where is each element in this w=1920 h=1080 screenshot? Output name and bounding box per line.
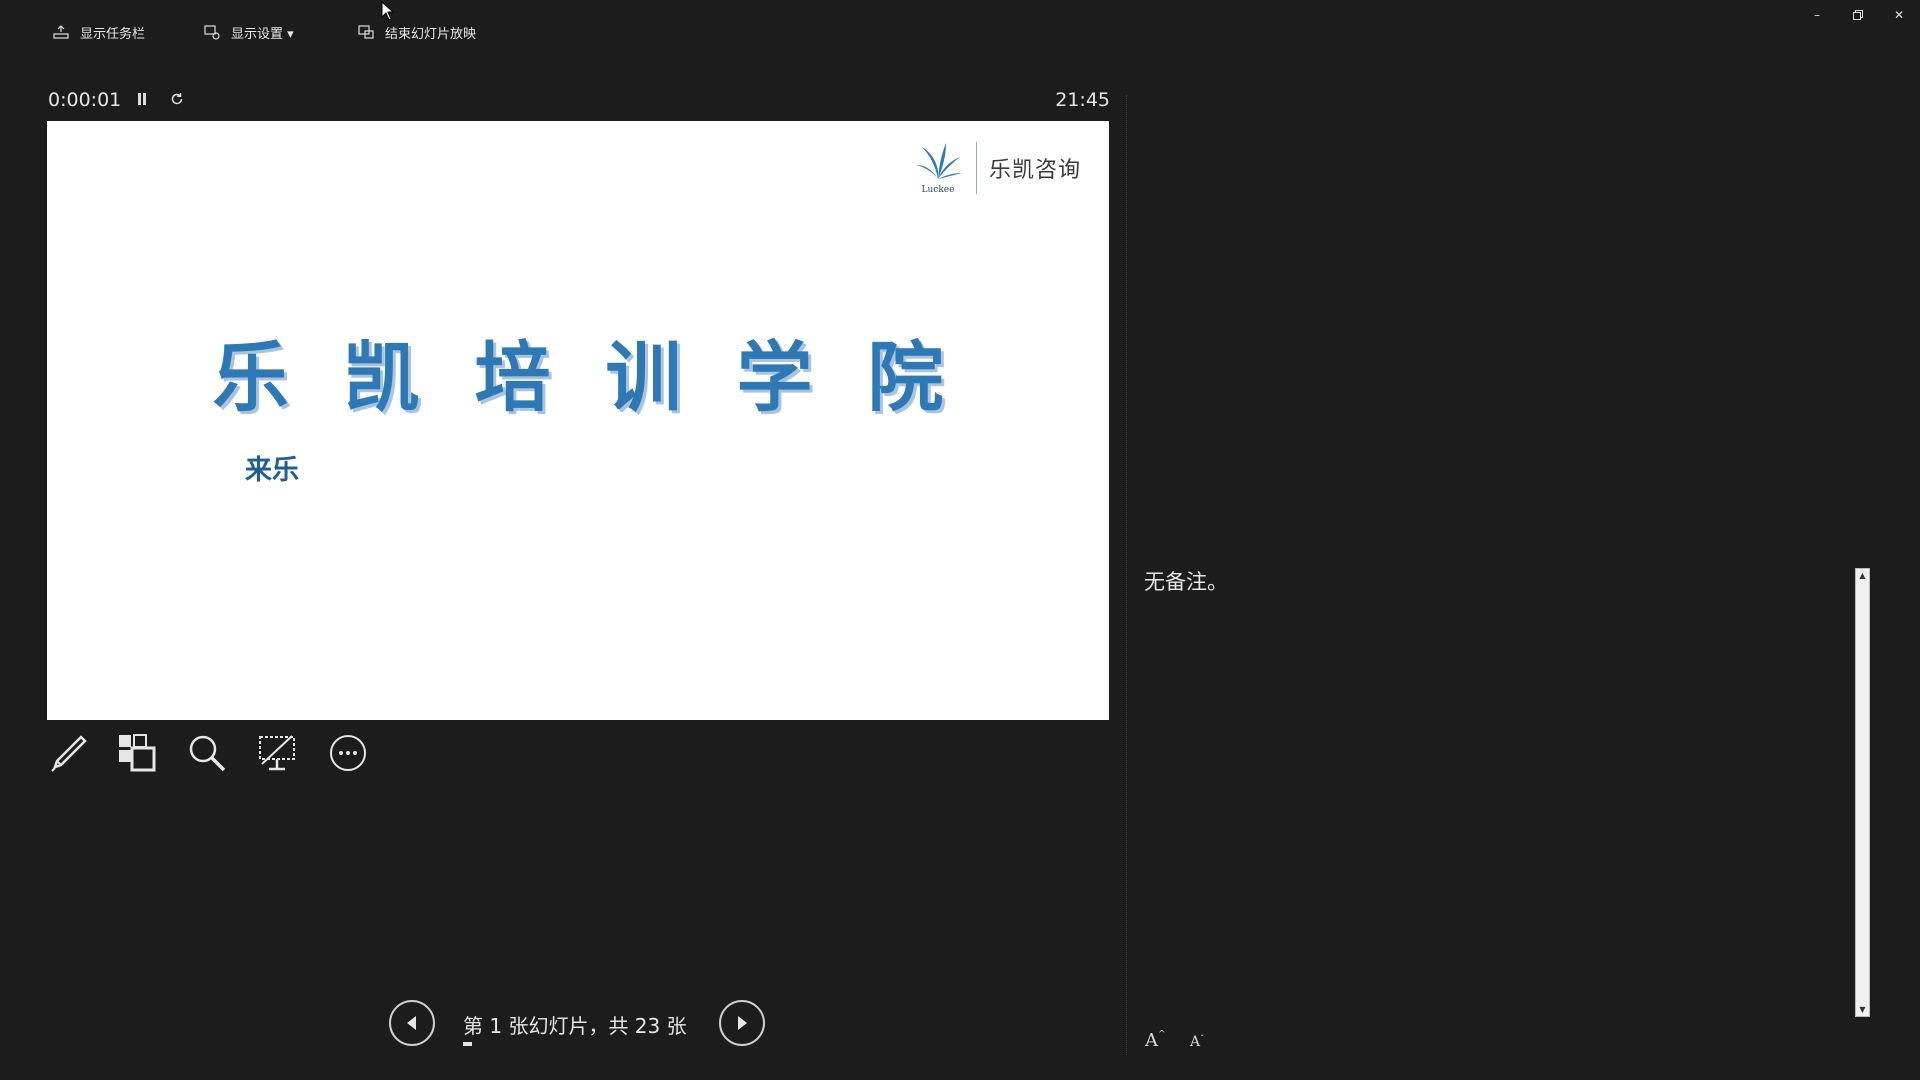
screen-toggle-icon (259, 735, 295, 771)
restore-button[interactable] (1841, 4, 1875, 26)
elapsed-timer: 0:00:01 (48, 89, 122, 111)
more-options-icon (330, 735, 366, 771)
notes-scrollbar[interactable]: ▲ ▼ (1855, 568, 1870, 1017)
previous-slide-button[interactable] (389, 1000, 435, 1046)
display-settings-icon (204, 25, 220, 40)
end-show-label: 结束幻灯片放映 (385, 26, 477, 42)
company-logo: Luckee 乐凯咨询 (912, 141, 1081, 195)
logo-text: 乐凯咨询 (988, 158, 1081, 183)
black-screen-button[interactable] (254, 730, 300, 776)
zoom-icon (189, 735, 226, 772)
current-slide-preview[interactable]: Luckee 乐凯咨询 乐凯培训学院 来乐 (47, 121, 1109, 720)
zoom-button[interactable] (184, 730, 230, 776)
pen-icon (51, 735, 87, 772)
logo-mark: Luckee (912, 141, 964, 195)
logo-mark-text: Luckee (921, 185, 955, 195)
see-all-slides-button[interactable] (114, 730, 160, 776)
scroll-down-icon[interactable]: ▼ (1857, 1004, 1868, 1015)
pause-icon (138, 93, 146, 105)
refresh-icon (171, 93, 183, 105)
slide-progress-marker (463, 1042, 472, 1046)
slide-counter: 第 1 张幻灯片，共 23 张 (463, 1014, 687, 1038)
logo-flower-icon (915, 143, 962, 179)
pen-tool-button[interactable] (45, 730, 91, 776)
previous-arrow-icon (407, 1016, 416, 1030)
slide-subtitle: 来乐 (245, 455, 299, 486)
pause-timer-button[interactable] (134, 88, 150, 110)
speaker-notes[interactable]: 无备注。 (1144, 566, 1228, 596)
decrease-font-button[interactable]: Aˇ (1190, 1034, 1204, 1050)
current-time: 21:45 (1055, 89, 1110, 111)
show-taskbar-button[interactable]: 显示任务栏 (52, 18, 145, 46)
show-taskbar-label: 显示任务栏 (80, 26, 146, 42)
reset-timer-button[interactable] (166, 88, 188, 110)
minimize-icon: – (1814, 8, 1820, 22)
increase-font-button[interactable]: A^ (1145, 1030, 1166, 1051)
slides-grid-icon (119, 734, 156, 772)
taskbar-icon (53, 25, 69, 39)
next-slide-button[interactable] (719, 1000, 765, 1046)
more-options-button[interactable] (325, 730, 371, 776)
display-settings-label: 显示设置 ▾ (231, 26, 294, 42)
restore-icon (1853, 10, 1863, 20)
close-icon: ✕ (1893, 8, 1905, 22)
close-button[interactable]: ✕ (1882, 4, 1916, 26)
pane-divider[interactable] (1126, 95, 1127, 1055)
mouse-cursor-icon (381, 1, 395, 21)
minimize-button[interactable]: – (1800, 4, 1834, 26)
slide-title: 乐凯培训学院 (212, 333, 999, 422)
next-arrow-icon (738, 1016, 747, 1030)
scroll-up-icon[interactable]: ▲ (1857, 570, 1868, 581)
end-show-icon (358, 25, 374, 39)
end-show-button[interactable]: 结束幻灯片放映 (357, 18, 476, 46)
logo-divider (975, 142, 977, 194)
display-settings-button[interactable]: 显示设置 ▾ (203, 18, 294, 46)
